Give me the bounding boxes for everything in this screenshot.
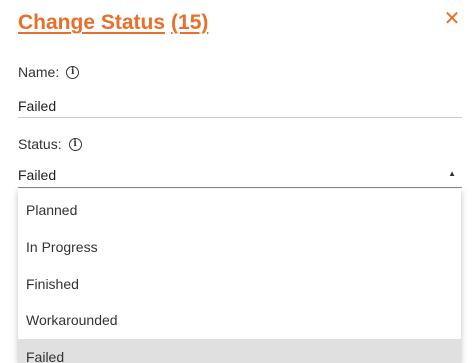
status-select[interactable]: Failed ▲ — [18, 166, 462, 188]
dialog-title[interactable]: Change Status (15) — [18, 11, 208, 35]
name-label-row: Name: i — [18, 64, 80, 80]
status-dropdown-list: Planned In Progress Finished Workarounde… — [18, 189, 461, 363]
status-option-workarounded[interactable]: Workarounded — [18, 302, 461, 339]
status-option-in-progress[interactable]: In Progress — [18, 229, 461, 266]
name-input[interactable] — [18, 95, 462, 118]
dialog-title-count[interactable]: (15) — [171, 11, 208, 34]
info-icon[interactable]: i — [66, 65, 80, 79]
status-label: Status: — [18, 136, 62, 152]
name-label: Name: — [18, 64, 60, 80]
status-select-value: Failed — [18, 167, 57, 183]
info-icon[interactable]: i — [68, 137, 82, 151]
change-status-dialog: Change Status (15) ✕ Name: i Status: i Fa… — [0, 0, 474, 363]
status-option-failed[interactable]: Failed — [18, 339, 461, 363]
close-icon[interactable]: ✕ — [443, 9, 461, 29]
dialog-title-text[interactable]: Change Status — [18, 11, 165, 34]
caret-up-icon: ▲ — [448, 169, 456, 178]
status-label-row: Status: i — [18, 136, 82, 152]
status-option-planned[interactable]: Planned — [18, 192, 461, 229]
status-option-finished[interactable]: Finished — [18, 266, 461, 303]
